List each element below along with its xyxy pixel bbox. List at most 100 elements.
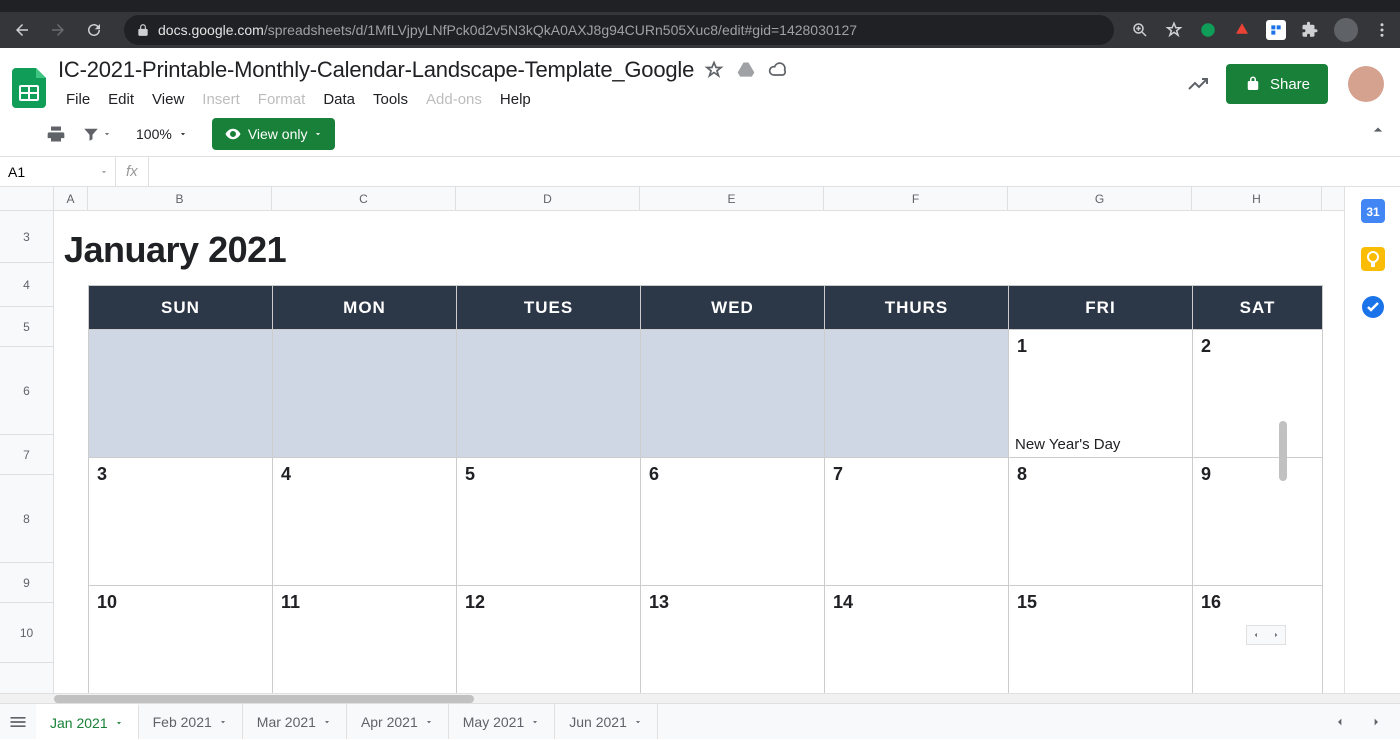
calendar-cell[interactable]: 2 bbox=[1193, 330, 1323, 458]
share-button[interactable]: Share bbox=[1226, 64, 1328, 104]
chevron-down-icon bbox=[322, 717, 332, 727]
column-header[interactable]: F bbox=[824, 187, 1008, 210]
column-header[interactable]: C bbox=[272, 187, 456, 210]
row-header[interactable]: 8 bbox=[0, 475, 53, 563]
chevron-down-icon bbox=[99, 167, 109, 177]
extension-icon-3[interactable] bbox=[1266, 20, 1286, 40]
column-header[interactable]: A bbox=[54, 187, 88, 210]
calendar-cell[interactable] bbox=[641, 330, 825, 458]
sheet-tab[interactable]: Mar 2021 bbox=[243, 704, 347, 739]
extensions-puzzle-icon[interactable] bbox=[1300, 20, 1320, 40]
menu-format[interactable]: Format bbox=[250, 87, 314, 112]
activity-dashboard-icon[interactable] bbox=[1186, 72, 1210, 96]
browser-reload-button[interactable] bbox=[80, 16, 108, 44]
column-header[interactable]: H bbox=[1192, 187, 1322, 210]
extension-icon-1[interactable] bbox=[1198, 20, 1218, 40]
cell-name-box[interactable]: A1 bbox=[0, 157, 116, 186]
row-header[interactable]: 10 bbox=[0, 603, 53, 663]
zoom-dropdown[interactable]: 100% bbox=[130, 126, 194, 142]
vertical-scrollbar[interactable] bbox=[1279, 421, 1287, 481]
row-header[interactable]: 7 bbox=[0, 435, 53, 475]
calendar-cell[interactable] bbox=[89, 330, 273, 458]
chevron-down-icon bbox=[114, 718, 124, 728]
calendar-cell[interactable] bbox=[457, 330, 641, 458]
keep-app-icon[interactable] bbox=[1361, 247, 1385, 271]
browser-back-button[interactable] bbox=[8, 16, 36, 44]
calendar-cell[interactable]: 7 bbox=[825, 458, 1009, 586]
calendar-cell[interactable]: 15 bbox=[1009, 586, 1193, 694]
calendar-cell[interactable]: 1New Year's Day bbox=[1009, 330, 1193, 458]
cloud-icon[interactable] bbox=[768, 60, 788, 80]
user-avatar[interactable] bbox=[1348, 66, 1384, 102]
menu-view[interactable]: View bbox=[144, 87, 192, 112]
drive-icon[interactable] bbox=[736, 60, 756, 80]
menu-file[interactable]: File bbox=[58, 87, 98, 112]
calendar-cell[interactable] bbox=[825, 330, 1009, 458]
day-header: FRI bbox=[1009, 286, 1193, 330]
menu-data[interactable]: Data bbox=[315, 87, 363, 112]
all-sheets-button[interactable] bbox=[0, 704, 36, 740]
calendar-cell[interactable] bbox=[273, 330, 457, 458]
sheet-tab[interactable]: Apr 2021 bbox=[347, 704, 449, 739]
column-header[interactable]: D bbox=[456, 187, 640, 210]
column-header[interactable]: G bbox=[1008, 187, 1192, 210]
sheets-logo[interactable] bbox=[8, 64, 48, 104]
calendar-cell[interactable]: 4 bbox=[273, 458, 457, 586]
column-header[interactable]: E bbox=[640, 187, 824, 210]
row-header[interactable]: 6 bbox=[0, 347, 53, 435]
calendar-cell[interactable]: 11 bbox=[273, 586, 457, 694]
scroll-right-button[interactable] bbox=[1267, 626, 1285, 644]
tasks-app-icon[interactable] bbox=[1361, 295, 1385, 319]
select-all-corner[interactable] bbox=[0, 187, 54, 210]
view-only-button[interactable]: View only bbox=[212, 118, 336, 150]
menu-addons[interactable]: Add-ons bbox=[418, 87, 490, 112]
row-header[interactable]: 3 bbox=[0, 211, 53, 263]
document-title[interactable]: IC-2021-Printable-Monthly-Calendar-Lands… bbox=[58, 57, 694, 83]
tabs-scroll-right-button[interactable] bbox=[1358, 704, 1394, 740]
calendar-cell[interactable]: 3 bbox=[89, 458, 273, 586]
print-button[interactable] bbox=[42, 120, 70, 148]
calendar-cell[interactable]: 9 bbox=[1193, 458, 1323, 586]
zoom-icon[interactable] bbox=[1130, 20, 1150, 40]
row-header[interactable]: 9 bbox=[0, 563, 53, 603]
sheet-tab[interactable]: Jan 2021 bbox=[36, 704, 139, 739]
menu-edit[interactable]: Edit bbox=[100, 87, 142, 112]
browser-url-field[interactable]: docs.google.com/spreadsheets/d/1MfLVjpyL… bbox=[124, 15, 1114, 45]
sheet-tab[interactable]: Feb 2021 bbox=[139, 704, 243, 739]
calendar-cell[interactable]: 13 bbox=[641, 586, 825, 694]
sheet-tab-bar: Jan 2021 Feb 2021 Mar 2021 Apr 2021 May … bbox=[0, 703, 1400, 739]
calendar-cell[interactable]: 6 bbox=[641, 458, 825, 586]
horizontal-scrollbar-thumb[interactable] bbox=[54, 695, 474, 703]
chevron-down-icon bbox=[424, 717, 434, 727]
sheet-tab[interactable]: May 2021 bbox=[449, 704, 555, 739]
extension-icon-2[interactable] bbox=[1232, 20, 1252, 40]
star-icon[interactable] bbox=[1164, 20, 1184, 40]
formula-input[interactable] bbox=[149, 157, 1400, 186]
column-header[interactable]: B bbox=[88, 187, 272, 210]
chrome-profile-avatar[interactable] bbox=[1334, 18, 1358, 42]
chrome-menu-icon[interactable] bbox=[1372, 20, 1392, 40]
collapse-toolbar-button[interactable] bbox=[1368, 120, 1388, 140]
sheet-tab[interactable]: Jun 2021 bbox=[555, 704, 658, 739]
star-outline-icon[interactable] bbox=[704, 60, 724, 80]
horizontal-scrollbar-track[interactable] bbox=[0, 693, 1400, 703]
scroll-left-button[interactable] bbox=[1247, 626, 1265, 644]
eye-icon bbox=[224, 125, 242, 143]
calendar-cell[interactable]: 12 bbox=[457, 586, 641, 694]
menu-insert[interactable]: Insert bbox=[194, 87, 248, 112]
row-header[interactable]: 4 bbox=[0, 263, 53, 307]
row-header[interactable]: 5 bbox=[0, 307, 53, 347]
calendar-cell[interactable]: 14 bbox=[825, 586, 1009, 694]
menu-help[interactable]: Help bbox=[492, 87, 539, 112]
tabs-scroll-left-button[interactable] bbox=[1322, 704, 1358, 740]
menu-tools[interactable]: Tools bbox=[365, 87, 416, 112]
share-label: Share bbox=[1270, 76, 1310, 93]
calendar-app-icon[interactable]: 31 bbox=[1361, 199, 1385, 223]
calendar-cell[interactable]: 10 bbox=[89, 586, 273, 694]
day-header: TUES bbox=[457, 286, 641, 330]
calendar-cell[interactable]: 5 bbox=[457, 458, 641, 586]
calendar-cell[interactable]: 8 bbox=[1009, 458, 1193, 586]
browser-forward-button[interactable] bbox=[44, 16, 72, 44]
filter-button[interactable] bbox=[78, 125, 116, 143]
lock-icon bbox=[136, 23, 150, 37]
